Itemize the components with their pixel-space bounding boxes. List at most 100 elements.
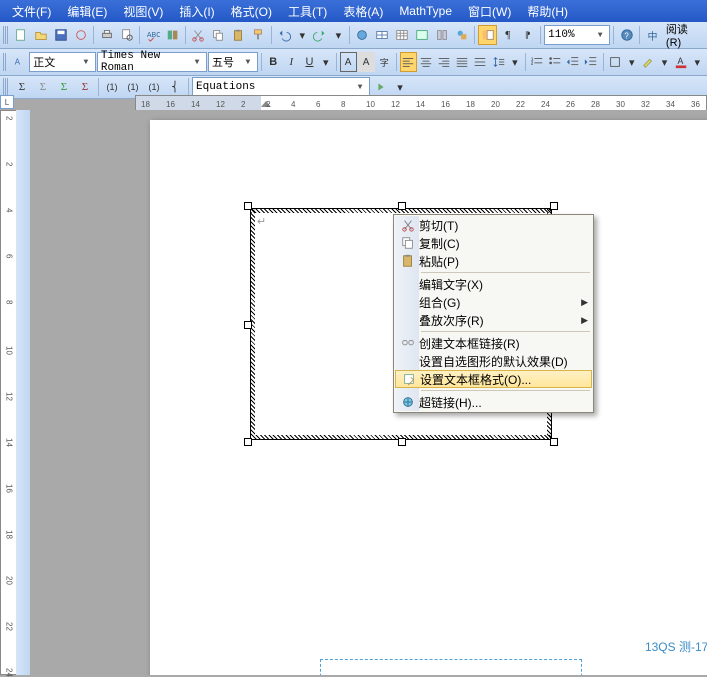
new-doc-button[interactable] bbox=[12, 25, 31, 45]
distribute-button[interactable] bbox=[472, 52, 489, 72]
resize-handle-sw[interactable] bbox=[244, 438, 252, 446]
resize-handle-nw[interactable] bbox=[244, 202, 252, 210]
menu-order[interactable]: 叠放次序(R) ▶ bbox=[395, 311, 592, 329]
menu-format[interactable]: 格式(O) bbox=[223, 1, 280, 22]
resize-handle-w[interactable] bbox=[244, 321, 252, 329]
copy-button[interactable] bbox=[209, 25, 228, 45]
research-button[interactable] bbox=[163, 25, 182, 45]
borders-button[interactable] bbox=[607, 52, 624, 72]
highlight-dropdown[interactable]: ▾ bbox=[658, 52, 672, 72]
menu-paste[interactable]: 粘贴(P) bbox=[395, 252, 592, 270]
toolbar-handle[interactable] bbox=[3, 26, 8, 44]
bullets-button[interactable] bbox=[547, 52, 564, 72]
permission-button[interactable] bbox=[72, 25, 91, 45]
menu-create-link[interactable]: 创建文本框链接(R) bbox=[395, 334, 592, 352]
drawing-button[interactable] bbox=[453, 25, 472, 45]
toolbar-handle[interactable] bbox=[3, 53, 7, 71]
char-shading-button[interactable]: A bbox=[358, 52, 375, 72]
read-mode-label[interactable]: 阅读(R) bbox=[663, 21, 704, 49]
increase-indent-button[interactable] bbox=[583, 52, 600, 72]
menu-window[interactable]: 窗口(W) bbox=[460, 1, 519, 22]
print-button[interactable] bbox=[97, 25, 116, 45]
columns-button[interactable] bbox=[433, 25, 452, 45]
doc-map-button[interactable] bbox=[478, 25, 497, 45]
resize-handle-n[interactable] bbox=[398, 202, 406, 210]
mt-eq3-button[interactable]: (1) bbox=[144, 77, 164, 97]
numbering-button[interactable]: 12 bbox=[529, 52, 546, 72]
styles-pane-button[interactable]: A bbox=[11, 52, 28, 72]
redo-dropdown[interactable]: ▾ bbox=[331, 25, 346, 45]
chinese-layout-button[interactable]: 中 bbox=[643, 25, 662, 45]
font-color-dropdown[interactable]: ▾ bbox=[690, 52, 704, 72]
open-button[interactable] bbox=[32, 25, 51, 45]
help-button[interactable]: ? bbox=[617, 25, 636, 45]
excel-button[interactable] bbox=[413, 25, 432, 45]
menu-set-default[interactable]: 设置自选图形的默认效果(D) bbox=[395, 352, 592, 370]
menu-cut[interactable]: 剪切(T) bbox=[395, 216, 592, 234]
line-spacing-dropdown[interactable]: ▾ bbox=[508, 52, 522, 72]
undo-button[interactable] bbox=[275, 25, 294, 45]
mt-brk-button[interactable]: ⎨ bbox=[165, 77, 185, 97]
menu-edit-text[interactable]: 编辑文字(X) bbox=[395, 275, 592, 293]
align-center-button[interactable] bbox=[418, 52, 435, 72]
mt-sigma-button[interactable]: Σ bbox=[12, 77, 32, 97]
hyperlink-button[interactable] bbox=[353, 25, 372, 45]
zoom-dropdown[interactable]: 110% ▼ bbox=[544, 25, 610, 45]
format-painter-button[interactable] bbox=[249, 25, 268, 45]
menu-mathtype[interactable]: MathType bbox=[391, 2, 460, 20]
resize-handle-s[interactable] bbox=[398, 438, 406, 446]
font-size-dropdown[interactable]: 五号 ▼ bbox=[208, 52, 258, 72]
menu-edit[interactable]: 编辑(E) bbox=[59, 1, 115, 22]
menu-tools[interactable]: 工具(T) bbox=[280, 1, 335, 22]
style-dropdown[interactable]: 正文 ▼ bbox=[29, 52, 96, 72]
align-justify-button[interactable] bbox=[454, 52, 471, 72]
mt-next-button[interactable] bbox=[371, 77, 391, 97]
menu-format-textbox[interactable]: 设置文本框格式(O)... bbox=[395, 370, 592, 388]
align-right-button[interactable] bbox=[436, 52, 453, 72]
menu-view[interactable]: 视图(V) bbox=[115, 1, 171, 22]
print-preview-button[interactable] bbox=[117, 25, 136, 45]
menu-copy[interactable]: 复制(C) bbox=[395, 234, 592, 252]
spelling-button[interactable]: ABC bbox=[143, 25, 162, 45]
undo-dropdown[interactable]: ▾ bbox=[295, 25, 310, 45]
italic-button[interactable]: I bbox=[283, 52, 300, 72]
mt-sigma3-button[interactable]: Σ bbox=[54, 77, 74, 97]
mt-sigma4-button[interactable]: Σ bbox=[75, 77, 95, 97]
menu-table[interactable]: 表格(A) bbox=[335, 1, 391, 22]
show-hide2-button[interactable]: ⁋ bbox=[518, 25, 537, 45]
mt-eq2-button[interactable]: (1) bbox=[123, 77, 143, 97]
mt-eq1-button[interactable]: (1) bbox=[102, 77, 122, 97]
font-color-button[interactable]: A bbox=[672, 52, 689, 72]
mt-next-dropdown[interactable]: ▾ bbox=[392, 77, 408, 97]
decrease-indent-button[interactable] bbox=[565, 52, 582, 72]
paste-button[interactable] bbox=[229, 25, 248, 45]
menu-insert[interactable]: 插入(I) bbox=[171, 1, 222, 22]
save-button[interactable] bbox=[52, 25, 71, 45]
resize-handle-ne[interactable] bbox=[550, 202, 558, 210]
highlight-button[interactable] bbox=[640, 52, 657, 72]
line-spacing-button[interactable] bbox=[490, 52, 507, 72]
insert-table-button[interactable] bbox=[393, 25, 412, 45]
font-grow-button[interactable]: 字 bbox=[376, 52, 393, 72]
menu-hyperlink[interactable]: 超链接(H)... bbox=[395, 393, 592, 411]
align-left-button[interactable] bbox=[400, 52, 417, 72]
tables-borders-button[interactable] bbox=[373, 25, 392, 45]
resize-handle-se[interactable] bbox=[550, 438, 558, 446]
footer-text-box[interactable] bbox=[320, 659, 582, 675]
menu-group[interactable]: 组合(G) ▶ bbox=[395, 293, 592, 311]
mt-sigma2-button[interactable]: Σ bbox=[33, 77, 53, 97]
underline-button[interactable]: U bbox=[301, 52, 318, 72]
menu-help[interactable]: 帮助(H) bbox=[519, 1, 576, 22]
toolbar-handle[interactable] bbox=[3, 78, 8, 96]
char-border-button[interactable]: A bbox=[340, 52, 357, 72]
bold-button[interactable]: B bbox=[265, 52, 282, 72]
redo-button[interactable] bbox=[311, 25, 330, 45]
menu-file[interactable]: 文件(F) bbox=[4, 1, 59, 22]
font-dropdown[interactable]: Times New Roman ▼ bbox=[97, 52, 207, 72]
borders-dropdown[interactable]: ▾ bbox=[625, 52, 639, 72]
tab-indicator[interactable]: L bbox=[0, 95, 14, 109]
cut-button[interactable] bbox=[189, 25, 208, 45]
equations-dropdown[interactable]: Equations ▼ bbox=[192, 77, 370, 97]
show-hide-button[interactable]: ¶ bbox=[498, 25, 517, 45]
underline-dropdown[interactable]: ▾ bbox=[319, 52, 333, 72]
